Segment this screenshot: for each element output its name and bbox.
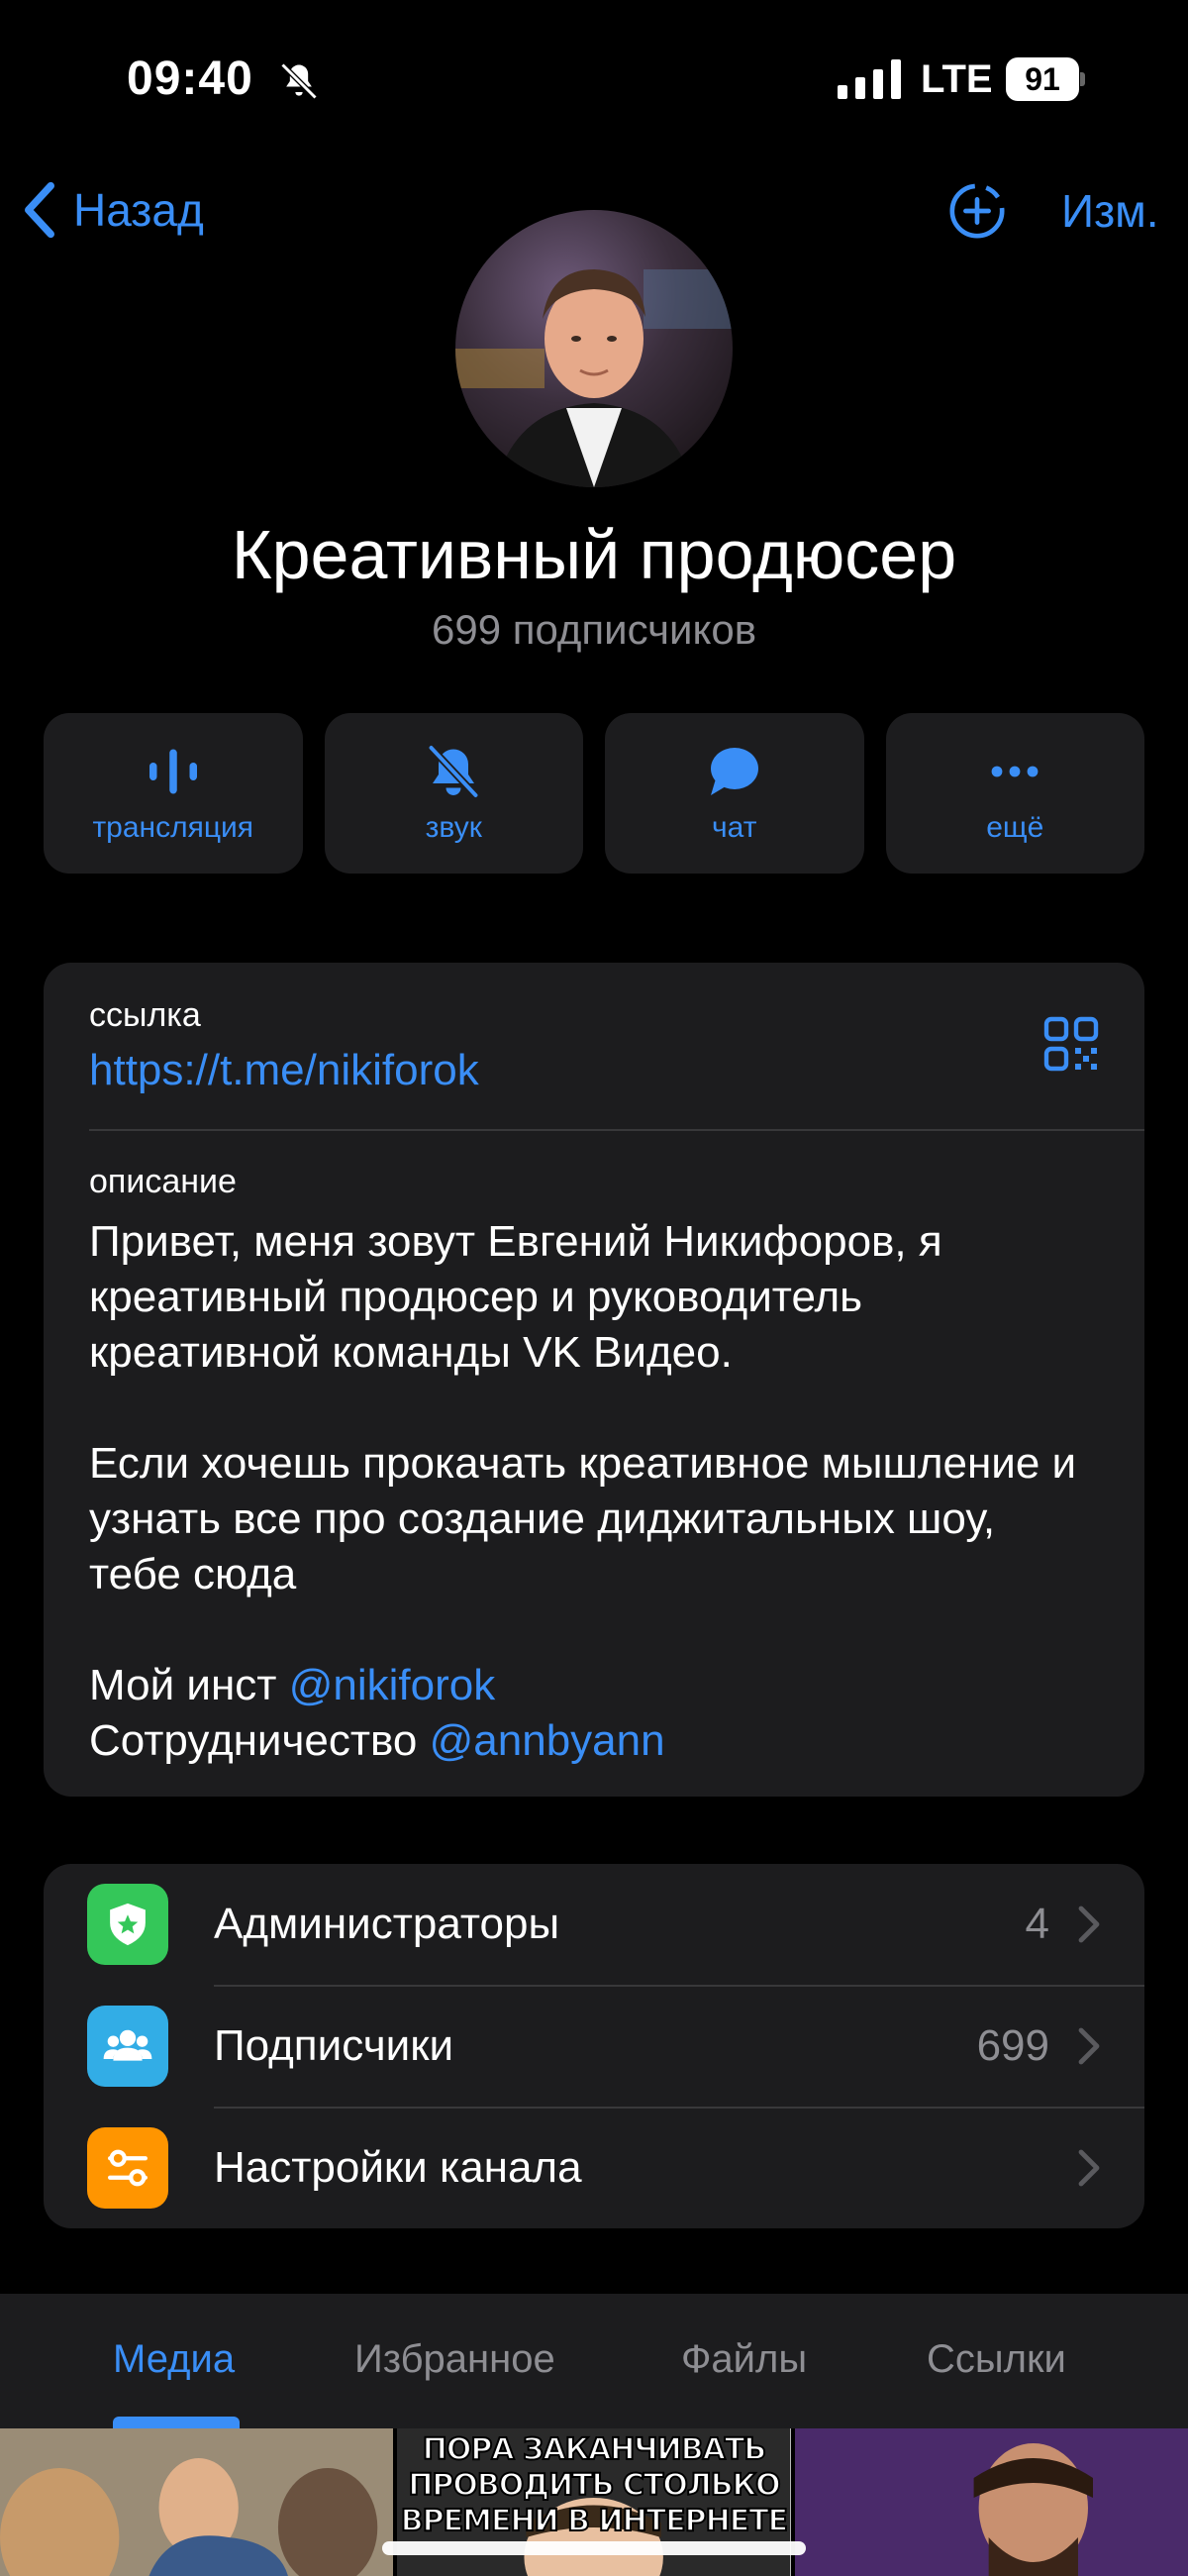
- tab-media[interactable]: Медиа: [113, 2337, 235, 2382]
- channel-settings-list: Администраторы 4 Подписчики 699 Настройк…: [44, 1864, 1144, 2228]
- chat-button[interactable]: чат: [605, 713, 864, 874]
- media-photo: [0, 2428, 394, 2576]
- subscribers-label: Подписчики: [214, 2021, 454, 2070]
- broadcast-icon: [148, 749, 197, 794]
- tab-links[interactable]: Ссылки: [927, 2337, 1066, 2382]
- status-time: 09:40: [127, 52, 253, 105]
- sound-button[interactable]: звук: [324, 713, 583, 874]
- chevron-right-icon: [1078, 2149, 1100, 2187]
- battery-level: 91: [1006, 57, 1079, 101]
- more-label: ещё: [986, 811, 1044, 844]
- broadcast-label: трансляция: [92, 811, 254, 844]
- description-label: описание: [89, 1163, 237, 1200]
- more-dots-icon: [991, 766, 1039, 777]
- back-button[interactable]: Назад: [20, 180, 204, 240]
- network-type: LTE: [921, 57, 993, 101]
- description-paragraph-2: Если хочешь прокачать креативное мышлени…: [89, 1439, 1077, 1598]
- status-bar: 09:40 LTE 91: [0, 0, 1188, 158]
- bell-off-icon: [429, 745, 479, 798]
- channel-title: Креативный продюсер: [231, 516, 957, 593]
- active-tab-indicator: [113, 2417, 240, 2428]
- tab-files[interactable]: Файлы: [681, 2337, 807, 2382]
- home-indicator[interactable]: [382, 2541, 806, 2555]
- instagram-mention[interactable]: @nikiforok: [289, 1661, 496, 1709]
- cellular-signal-icon: [838, 59, 901, 99]
- channel-settings-row[interactable]: Настройки канала: [44, 2108, 1144, 2228]
- subscribers-row[interactable]: Подписчики 699: [44, 1986, 1144, 2107]
- channel-description: Привет, меня зовут Евгений Никифоров, я …: [89, 1214, 1099, 1769]
- instagram-line: Мой инст @nikiforok: [89, 1658, 1099, 1713]
- battery-icon: 91: [1006, 57, 1085, 101]
- media-thumb[interactable]: [0, 2428, 394, 2576]
- back-label: Назад: [73, 184, 204, 236]
- description-paragraph-1: Привет, меня зовут Евгений Никифоров, я …: [89, 1217, 942, 1377]
- media-photo: [794, 2428, 1188, 2576]
- instagram-prefix: Мой инст: [89, 1661, 289, 1709]
- collab-mention[interactable]: @annbyann: [430, 1716, 665, 1765]
- admin-badge-icon: [87, 1884, 168, 1965]
- action-buttons: трансляция звук чат ещё: [44, 713, 1144, 874]
- admins-row[interactable]: Администраторы 4: [44, 1864, 1144, 1985]
- subscribers-count: 699: [976, 2021, 1049, 2070]
- chevron-right-icon: [1078, 1906, 1100, 1943]
- sliders-icon: [87, 2127, 168, 2209]
- admins-label: Администраторы: [214, 1900, 560, 1948]
- avatar-photo: [455, 210, 733, 487]
- sound-label: звук: [425, 811, 482, 844]
- meme-caption: ПОРА ЗАКАНЧИВАТЬ ПРОВОДИТЬ СТОЛЬКО ВРЕМЕ…: [400, 2431, 789, 2539]
- add-story-icon[interactable]: [946, 180, 1008, 242]
- silent-mode-icon: [280, 62, 318, 100]
- media-tabs: Медиа Избранное Файлы Ссылки: [0, 2294, 1188, 2428]
- chat-label: чат: [712, 811, 757, 844]
- tab-favorites[interactable]: Избранное: [354, 2337, 555, 2382]
- chat-bubble-icon: [710, 748, 758, 795]
- channel-avatar[interactable]: [455, 210, 733, 487]
- qr-code-icon[interactable]: [1043, 1016, 1099, 1072]
- broadcast-button[interactable]: трансляция: [44, 713, 303, 874]
- edit-button[interactable]: Изм.: [1061, 184, 1159, 238]
- people-icon: [87, 2006, 168, 2087]
- channel-link[interactable]: https://t.me/nikiforok: [89, 1046, 479, 1095]
- collab-line: Сотрудничество @annbyann: [89, 1713, 1099, 1769]
- chevron-right-icon: [1078, 2027, 1100, 2065]
- info-divider: [89, 1129, 1144, 1131]
- media-thumb[interactable]: [794, 2428, 1188, 2576]
- info-card: ссылка https://t.me/nikiforok описание П…: [44, 963, 1144, 1797]
- link-label: ссылка: [89, 996, 201, 1034]
- battery-cap: [1080, 72, 1085, 86]
- more-button[interactable]: ещё: [885, 713, 1144, 874]
- chevron-left-icon: [25, 181, 54, 239]
- subscriber-count: 699 подписчиков: [431, 606, 757, 653]
- admins-count: 4: [1025, 1900, 1049, 1948]
- collab-prefix: Сотрудничество: [89, 1716, 430, 1765]
- channel-settings-label: Настройки канала: [214, 2143, 582, 2192]
